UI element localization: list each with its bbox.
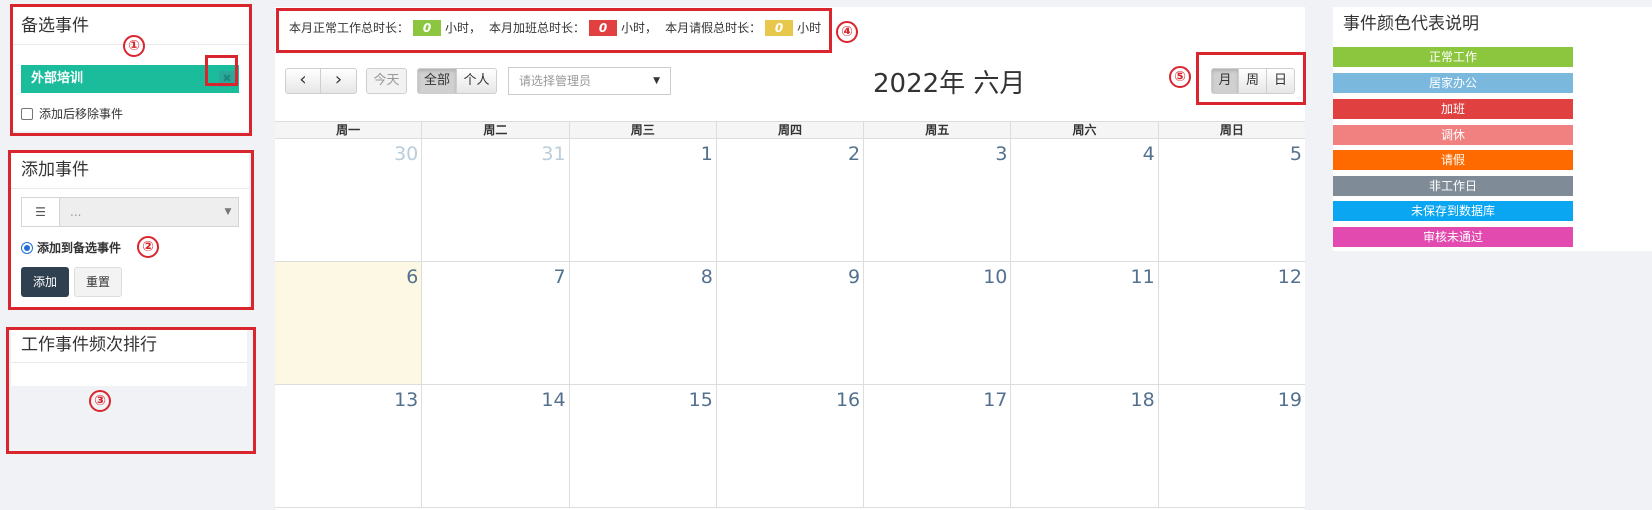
nav-buttons: ‹ › bbox=[285, 68, 357, 94]
monthly-stats: 本月正常工作总时长： 0 小时， 本月加班总时长： 0 小时， 本月请假总时长：… bbox=[289, 19, 821, 36]
day-cell[interactable]: 3 bbox=[864, 139, 1012, 261]
weekday-label: 周日 bbox=[1219, 123, 1244, 137]
chevron-down-icon: ▼ bbox=[224, 207, 232, 217]
pending-events-panel: 备选事件 外部培训 ✖ 添加后移除事件 bbox=[11, 7, 249, 131]
today-button[interactable]: 今天 bbox=[366, 68, 407, 94]
day-cell[interactable]: 31 bbox=[422, 139, 570, 261]
day-cell[interactable]: 15 bbox=[570, 385, 717, 507]
legend-item: 正常工作 bbox=[1333, 47, 1573, 67]
month-view-button[interactable]: 月 bbox=[1211, 68, 1239, 94]
normal-hours-unit: 小时， bbox=[445, 21, 482, 35]
reset-button[interactable]: 重置 bbox=[74, 267, 122, 297]
day-cell[interactable]: 10 bbox=[864, 262, 1012, 384]
leave-hours-value: 0 bbox=[765, 19, 794, 36]
legend-title: 事件颜色代表说明 bbox=[1343, 14, 1479, 34]
color-legend: 事件颜色代表说明 正常工作 居家办公 加班 调休 请假 非工作日 未保存到数据库… bbox=[1333, 7, 1652, 251]
today-group: 今天 bbox=[366, 68, 407, 94]
week-view-button[interactable]: 周 bbox=[1239, 68, 1267, 94]
add-event-panel: 添加事件 ☰ ... ▼ 添加到备选事件 添加 重置 bbox=[11, 151, 249, 308]
day-cell[interactable]: 1 bbox=[570, 139, 717, 261]
list-icon: ☰ bbox=[22, 198, 60, 226]
legend-item: 请假 bbox=[1333, 150, 1573, 170]
day-cell[interactable]: 2 bbox=[717, 139, 865, 261]
overtime-hours-value: 0 bbox=[589, 19, 618, 36]
day-cell[interactable]: 30 bbox=[275, 139, 423, 261]
chevron-down-icon: ▼ bbox=[653, 76, 660, 86]
day-cell[interactable]: 9 bbox=[717, 262, 865, 384]
view-buttons: 月 周 日 bbox=[1211, 68, 1295, 94]
ranking-title: 工作事件频次排行 bbox=[11, 329, 247, 363]
calendar-title: 2022年 六月 bbox=[873, 69, 1026, 99]
annotation-marker-3: ③ bbox=[89, 390, 111, 412]
legend-item: 加班 bbox=[1333, 99, 1573, 119]
ranking-panel: 工作事件频次排行 bbox=[11, 329, 247, 386]
day-cell[interactable]: 5 bbox=[1159, 139, 1305, 261]
all-button[interactable]: 全部 bbox=[417, 68, 457, 94]
remove-after-add-label: 添加后移除事件 bbox=[39, 107, 124, 121]
day-cell[interactable]: 8 bbox=[570, 262, 717, 384]
add-event-title: 添加事件 bbox=[11, 151, 249, 189]
add-to-pending-option[interactable]: 添加到备选事件 bbox=[21, 239, 121, 256]
week-row: 30 31 1 2 3 4 5 bbox=[275, 139, 1305, 262]
day-view-button[interactable]: 日 bbox=[1267, 68, 1295, 94]
overtime-hours-label: 本月加班总时长： bbox=[489, 21, 586, 35]
weekday-label: 周四 bbox=[717, 122, 865, 138]
delete-icon[interactable]: ✖ bbox=[219, 71, 235, 87]
prev-button[interactable]: ‹ bbox=[285, 68, 321, 94]
next-button[interactable]: › bbox=[321, 68, 357, 94]
day-cell[interactable]: 14 bbox=[422, 385, 570, 507]
add-to-pending-label: 添加到备选事件 bbox=[37, 241, 122, 255]
calendar: 本月正常工作总时长： 0 小时， 本月加班总时长： 0 小时， 本月请假总时长：… bbox=[275, 7, 1305, 510]
day-cell[interactable]: 18 bbox=[1011, 385, 1159, 507]
annotation-marker-5: ⑤ bbox=[1169, 66, 1191, 88]
remove-after-add-checkbox[interactable] bbox=[21, 107, 33, 120]
annotation-marker-2: ② bbox=[137, 236, 159, 258]
pending-event-label: 外部培训 bbox=[31, 71, 84, 86]
normal-hours-value: 0 bbox=[413, 19, 442, 36]
weekday-label: 周一 bbox=[275, 122, 423, 138]
day-cell[interactable]: 7 bbox=[422, 262, 570, 384]
overtime-hours-unit: 小时， bbox=[621, 21, 658, 35]
week-row: 6 7 8 9 10 11 12 bbox=[275, 262, 1305, 385]
month-grid: 周一 周二 周三 周四 周五 周六 周日 30 31 1 2 3 4 5 6 7… bbox=[275, 121, 1305, 508]
day-cell-today[interactable]: 6 bbox=[275, 262, 423, 384]
add-to-pending-radio[interactable] bbox=[21, 241, 33, 254]
week-row: 13 14 15 16 17 18 19 bbox=[275, 385, 1305, 508]
leave-hours-label: 本月请假总时长： bbox=[665, 21, 762, 35]
event-type-placeholder: ... bbox=[70, 205, 82, 219]
day-cell[interactable]: 13 bbox=[275, 385, 423, 507]
day-cell[interactable]: 19 bbox=[1159, 385, 1305, 507]
legend-item: 居家办公 bbox=[1333, 73, 1573, 93]
day-cell[interactable]: 12 bbox=[1159, 262, 1305, 384]
weekday-label: 周六 bbox=[1011, 122, 1159, 138]
day-cell[interactable]: 4 bbox=[1011, 139, 1159, 261]
legend-item: 未保存到数据库 bbox=[1333, 201, 1573, 221]
legend-item: 调休 bbox=[1333, 125, 1573, 145]
normal-hours-label: 本月正常工作总时长： bbox=[289, 21, 410, 35]
legend-item: 审核未通过 bbox=[1333, 227, 1573, 247]
weekday-label: 周二 bbox=[422, 122, 570, 138]
annotation-marker-4: ④ bbox=[836, 21, 858, 43]
day-cell[interactable]: 16 bbox=[717, 385, 865, 507]
day-cell[interactable]: 11 bbox=[1011, 262, 1159, 384]
remove-after-add-row[interactable]: 添加后移除事件 bbox=[21, 105, 123, 122]
add-button[interactable]: 添加 bbox=[21, 267, 69, 297]
scope-buttons: 全部 个人 bbox=[417, 68, 497, 94]
weekday-label: 周五 bbox=[864, 122, 1012, 138]
event-type-select[interactable]: ☰ ... ▼ bbox=[21, 197, 239, 227]
pending-event-item[interactable]: 外部培训 ✖ bbox=[21, 65, 239, 93]
leave-hours-unit: 小时 bbox=[797, 21, 822, 35]
personal-button[interactable]: 个人 bbox=[457, 68, 497, 94]
weekday-label: 周三 bbox=[570, 122, 717, 138]
manager-select[interactable]: 请选择管理员 ▼ bbox=[508, 67, 671, 95]
annotation-marker-1: ① bbox=[123, 35, 145, 57]
day-cell[interactable]: 17 bbox=[864, 385, 1012, 507]
manager-placeholder: 请选择管理员 bbox=[519, 74, 592, 88]
weekday-header: 周一 周二 周三 周四 周五 周六 周日 bbox=[275, 121, 1305, 139]
legend-item: 非工作日 bbox=[1333, 176, 1573, 196]
